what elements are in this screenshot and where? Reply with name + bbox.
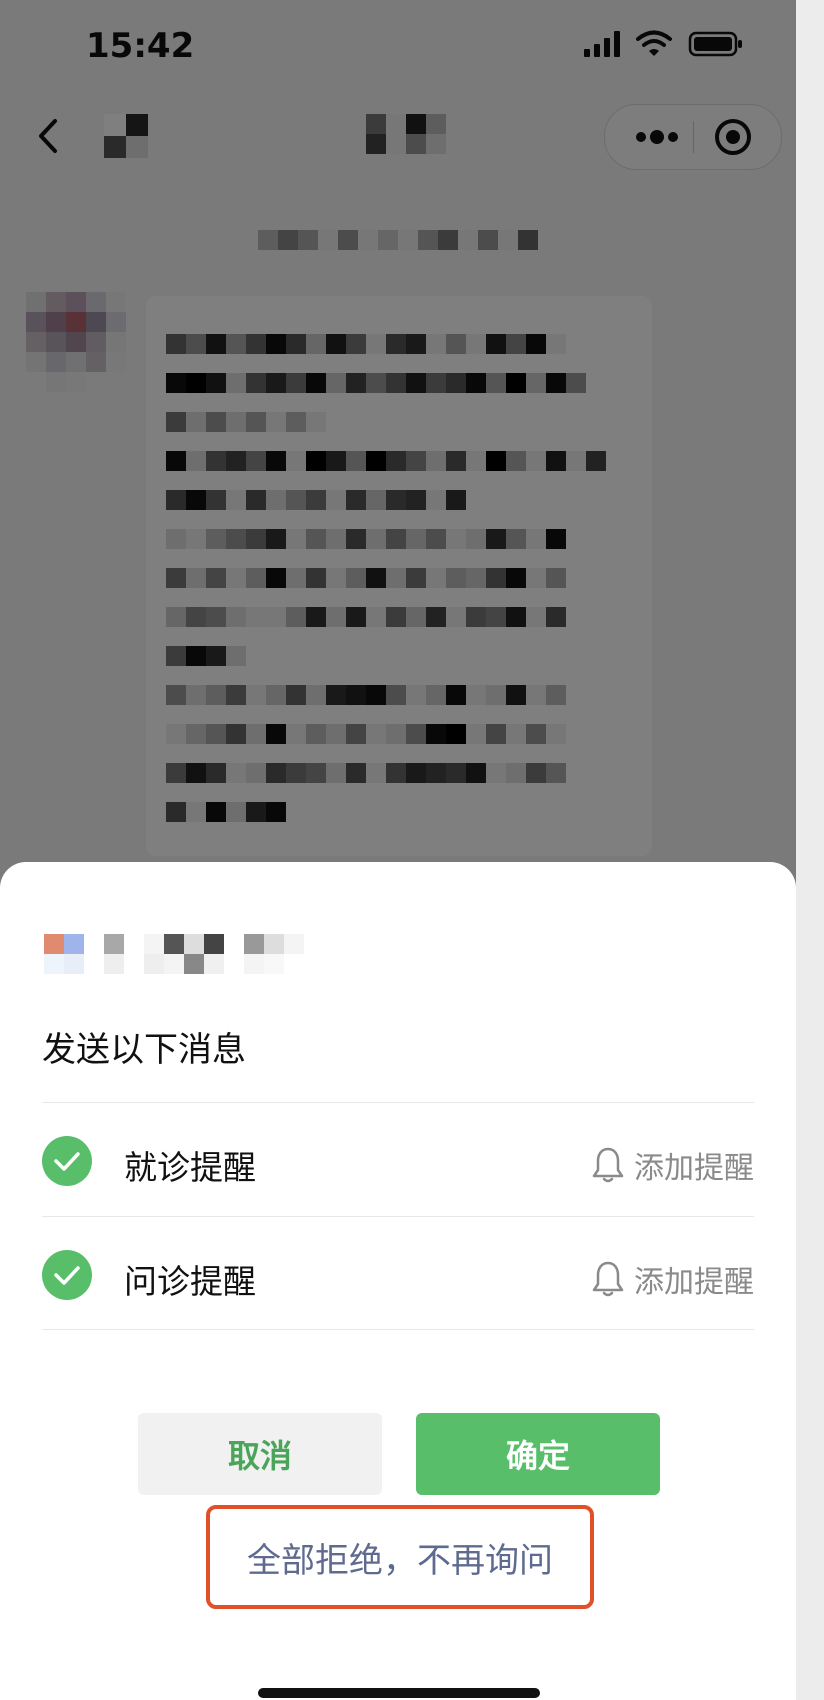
add-reminder-label: 添加提醒 [634,1265,754,1300]
divider [42,1329,754,1330]
right-gutter [796,0,824,1700]
add-reminder-button[interactable]: 添加提醒 [592,1257,754,1301]
message-row-visit-reminder[interactable]: 就诊提醒 添加提醒 [42,1103,754,1213]
bell-icon [592,1147,624,1183]
blurred-mini-program-name [44,934,304,974]
cancel-button[interactable]: 取消 [138,1413,382,1495]
add-reminder-label: 添加提醒 [634,1151,754,1186]
reject-all-link[interactable]: 全部拒绝，不再询问 [206,1505,594,1609]
message-label: 问诊提醒 [124,1262,256,1301]
home-indicator[interactable] [258,1688,540,1698]
check-circle-icon[interactable] [42,1136,92,1186]
add-reminder-button[interactable]: 添加提醒 [592,1143,754,1187]
sheet-title: 发送以下消息 [42,1030,246,1070]
phone-screen: 15:42 [0,0,796,1700]
confirm-button[interactable]: 确定 [416,1413,660,1495]
message-row-consultation-reminder[interactable]: 问诊提醒 添加提醒 [42,1217,754,1327]
message-label: 就诊提醒 [124,1148,256,1187]
check-circle-icon[interactable] [42,1250,92,1300]
bell-icon [592,1261,624,1297]
